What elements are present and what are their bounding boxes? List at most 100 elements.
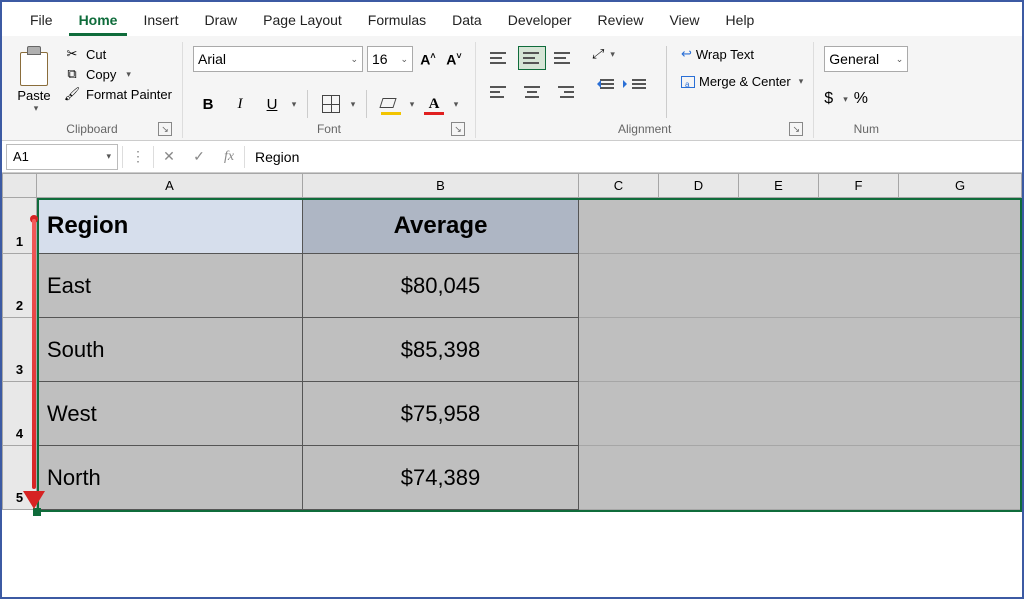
cell-A3[interactable]: South bbox=[37, 318, 303, 382]
shrink-font-button[interactable]: A˅ bbox=[443, 51, 465, 68]
tab-home[interactable]: Home bbox=[69, 8, 128, 36]
cell-A5[interactable]: North bbox=[37, 446, 303, 510]
tab-insert[interactable]: Insert bbox=[133, 8, 188, 36]
tab-view[interactable]: View bbox=[659, 8, 709, 36]
cell-blank[interactable] bbox=[579, 318, 1022, 382]
align-center-button[interactable] bbox=[518, 80, 546, 104]
clipboard-icon bbox=[17, 46, 51, 86]
formula-bar: A1 ▾ ⋮ ✕ ✓ fx bbox=[2, 141, 1022, 173]
col-header-G[interactable]: G bbox=[899, 174, 1022, 198]
chevron-down-icon: ▾ bbox=[126, 69, 131, 80]
chevron-down-icon[interactable]: ▾ bbox=[289, 90, 299, 118]
underline-button[interactable]: U bbox=[257, 90, 287, 118]
cell-blank[interactable] bbox=[579, 254, 1022, 318]
cell-B2[interactable]: $80,045 bbox=[303, 254, 579, 318]
chevron-down-icon[interactable]: ▾ bbox=[843, 94, 848, 105]
orientation-button[interactable]: ⤢ ▾ bbox=[592, 46, 652, 62]
font-size-select[interactable]: 16⌄ bbox=[367, 46, 413, 72]
ribbon-tabs: File Home Insert Draw Page Layout Formul… bbox=[2, 2, 1022, 36]
tab-data[interactable]: Data bbox=[442, 8, 492, 36]
accounting-format-button[interactable]: $ bbox=[824, 90, 833, 108]
fill-color-button[interactable] bbox=[375, 90, 405, 118]
scissors-icon: ✂ bbox=[64, 46, 80, 62]
cell-B1[interactable]: Average bbox=[303, 198, 579, 254]
borders-button[interactable] bbox=[316, 90, 346, 118]
name-box[interactable]: A1 ▾ bbox=[6, 144, 118, 170]
col-header-B[interactable]: B bbox=[303, 174, 579, 198]
enter-icon[interactable]: ✓ bbox=[184, 148, 214, 165]
tab-formulas[interactable]: Formulas bbox=[358, 8, 436, 36]
tab-review[interactable]: Review bbox=[588, 8, 654, 36]
bold-button[interactable]: B bbox=[193, 90, 223, 118]
increase-indent-button[interactable] bbox=[624, 72, 652, 96]
rotate-icon: ⤢ bbox=[592, 46, 602, 62]
italic-button[interactable]: I bbox=[225, 90, 255, 118]
align-left-button[interactable] bbox=[486, 80, 514, 104]
cell-blank[interactable] bbox=[579, 446, 1022, 510]
tab-help[interactable]: Help bbox=[716, 8, 765, 36]
format-painter-button[interactable]: 🖌 Format Painter bbox=[64, 86, 172, 102]
select-all-corner[interactable] bbox=[3, 174, 37, 198]
cell-B4[interactable]: $75,958 bbox=[303, 382, 579, 446]
align-right-button[interactable] bbox=[550, 80, 578, 104]
font-color-button[interactable]: A bbox=[419, 90, 449, 118]
tab-developer[interactable]: Developer bbox=[498, 8, 582, 36]
dialog-launcher-icon[interactable]: ↘ bbox=[789, 122, 803, 136]
row-header-5[interactable]: 5 bbox=[3, 446, 37, 510]
paste-button[interactable]: Paste ▾ bbox=[12, 46, 56, 114]
tab-file[interactable]: File bbox=[20, 8, 63, 36]
tab-draw[interactable]: Draw bbox=[194, 8, 247, 36]
align-bottom-button[interactable] bbox=[550, 46, 578, 70]
merge-center-button[interactable]: a Merge & Center ▾ bbox=[681, 74, 803, 89]
cell-B3[interactable]: $85,398 bbox=[303, 318, 579, 382]
cell-A2[interactable]: East bbox=[37, 254, 303, 318]
group-label-font: Font bbox=[317, 122, 341, 136]
col-header-E[interactable]: E bbox=[739, 174, 819, 198]
chevron-down-icon[interactable]: ▾ bbox=[407, 90, 417, 118]
cell-A4[interactable]: West bbox=[37, 382, 303, 446]
formula-input[interactable] bbox=[245, 144, 1022, 170]
wrap-text-button[interactable]: ↩ Wrap Text bbox=[681, 46, 803, 62]
divider bbox=[666, 46, 667, 118]
font-name-select[interactable]: Arial⌄ bbox=[193, 46, 363, 72]
cancel-icon[interactable]: ✕ bbox=[154, 148, 184, 165]
more-button[interactable]: ⋮ bbox=[123, 148, 153, 165]
percent-format-button[interactable]: % bbox=[854, 90, 868, 108]
cell-B5[interactable]: $74,389 bbox=[303, 446, 579, 510]
tab-page-layout[interactable]: Page Layout bbox=[253, 8, 352, 36]
chevron-down-icon[interactable]: ▾ bbox=[348, 90, 358, 118]
divider bbox=[307, 90, 308, 118]
grow-font-button[interactable]: A˄ bbox=[417, 51, 439, 68]
row-header-4[interactable]: 4 bbox=[3, 382, 37, 446]
decrease-indent-button[interactable] bbox=[592, 72, 620, 96]
font-color-icon: A bbox=[424, 96, 444, 113]
row-header-1[interactable]: 1 bbox=[3, 198, 37, 254]
chevron-down-icon: ▾ bbox=[799, 76, 804, 87]
align-middle-button[interactable] bbox=[518, 46, 546, 70]
fx-icon[interactable]: fx bbox=[214, 149, 244, 165]
col-header-A[interactable]: A bbox=[37, 174, 303, 198]
cell-A1[interactable]: Region bbox=[37, 198, 303, 254]
dialog-launcher-icon[interactable]: ↘ bbox=[158, 122, 172, 136]
chevron-down-icon: ▾ bbox=[610, 49, 615, 60]
cell-blank[interactable] bbox=[579, 382, 1022, 446]
number-format-select[interactable]: General⌄ bbox=[824, 46, 908, 72]
dialog-launcher-icon[interactable]: ↘ bbox=[451, 122, 465, 136]
border-icon bbox=[322, 95, 340, 113]
cut-button[interactable]: ✂ Cut bbox=[64, 46, 172, 62]
chevron-down-icon[interactable]: ▾ bbox=[451, 90, 461, 118]
copy-button[interactable]: ⧉ Copy ▾ bbox=[64, 66, 172, 82]
merge-icon: a bbox=[681, 76, 695, 88]
spreadsheet: A B C D E F G 1 Region Average 2 East $8… bbox=[2, 173, 1022, 510]
row-header-3[interactable]: 3 bbox=[3, 318, 37, 382]
fill-handle-icon[interactable] bbox=[33, 508, 41, 516]
cell-blank[interactable] bbox=[579, 198, 1022, 254]
align-top-button[interactable] bbox=[486, 46, 514, 70]
col-header-D[interactable]: D bbox=[659, 174, 739, 198]
ribbon: Paste ▾ ✂ Cut ⧉ Copy ▾ 🖌 Format Painter bbox=[2, 36, 1022, 141]
chevron-down-icon: ▾ bbox=[34, 103, 39, 114]
col-header-F[interactable]: F bbox=[819, 174, 899, 198]
col-header-C[interactable]: C bbox=[579, 174, 659, 198]
group-font: Arial⌄ 16⌄ A˄ A˅ B I U ▾ ▾ ▾ A ▾ bbox=[183, 42, 476, 138]
row-header-2[interactable]: 2 bbox=[3, 254, 37, 318]
